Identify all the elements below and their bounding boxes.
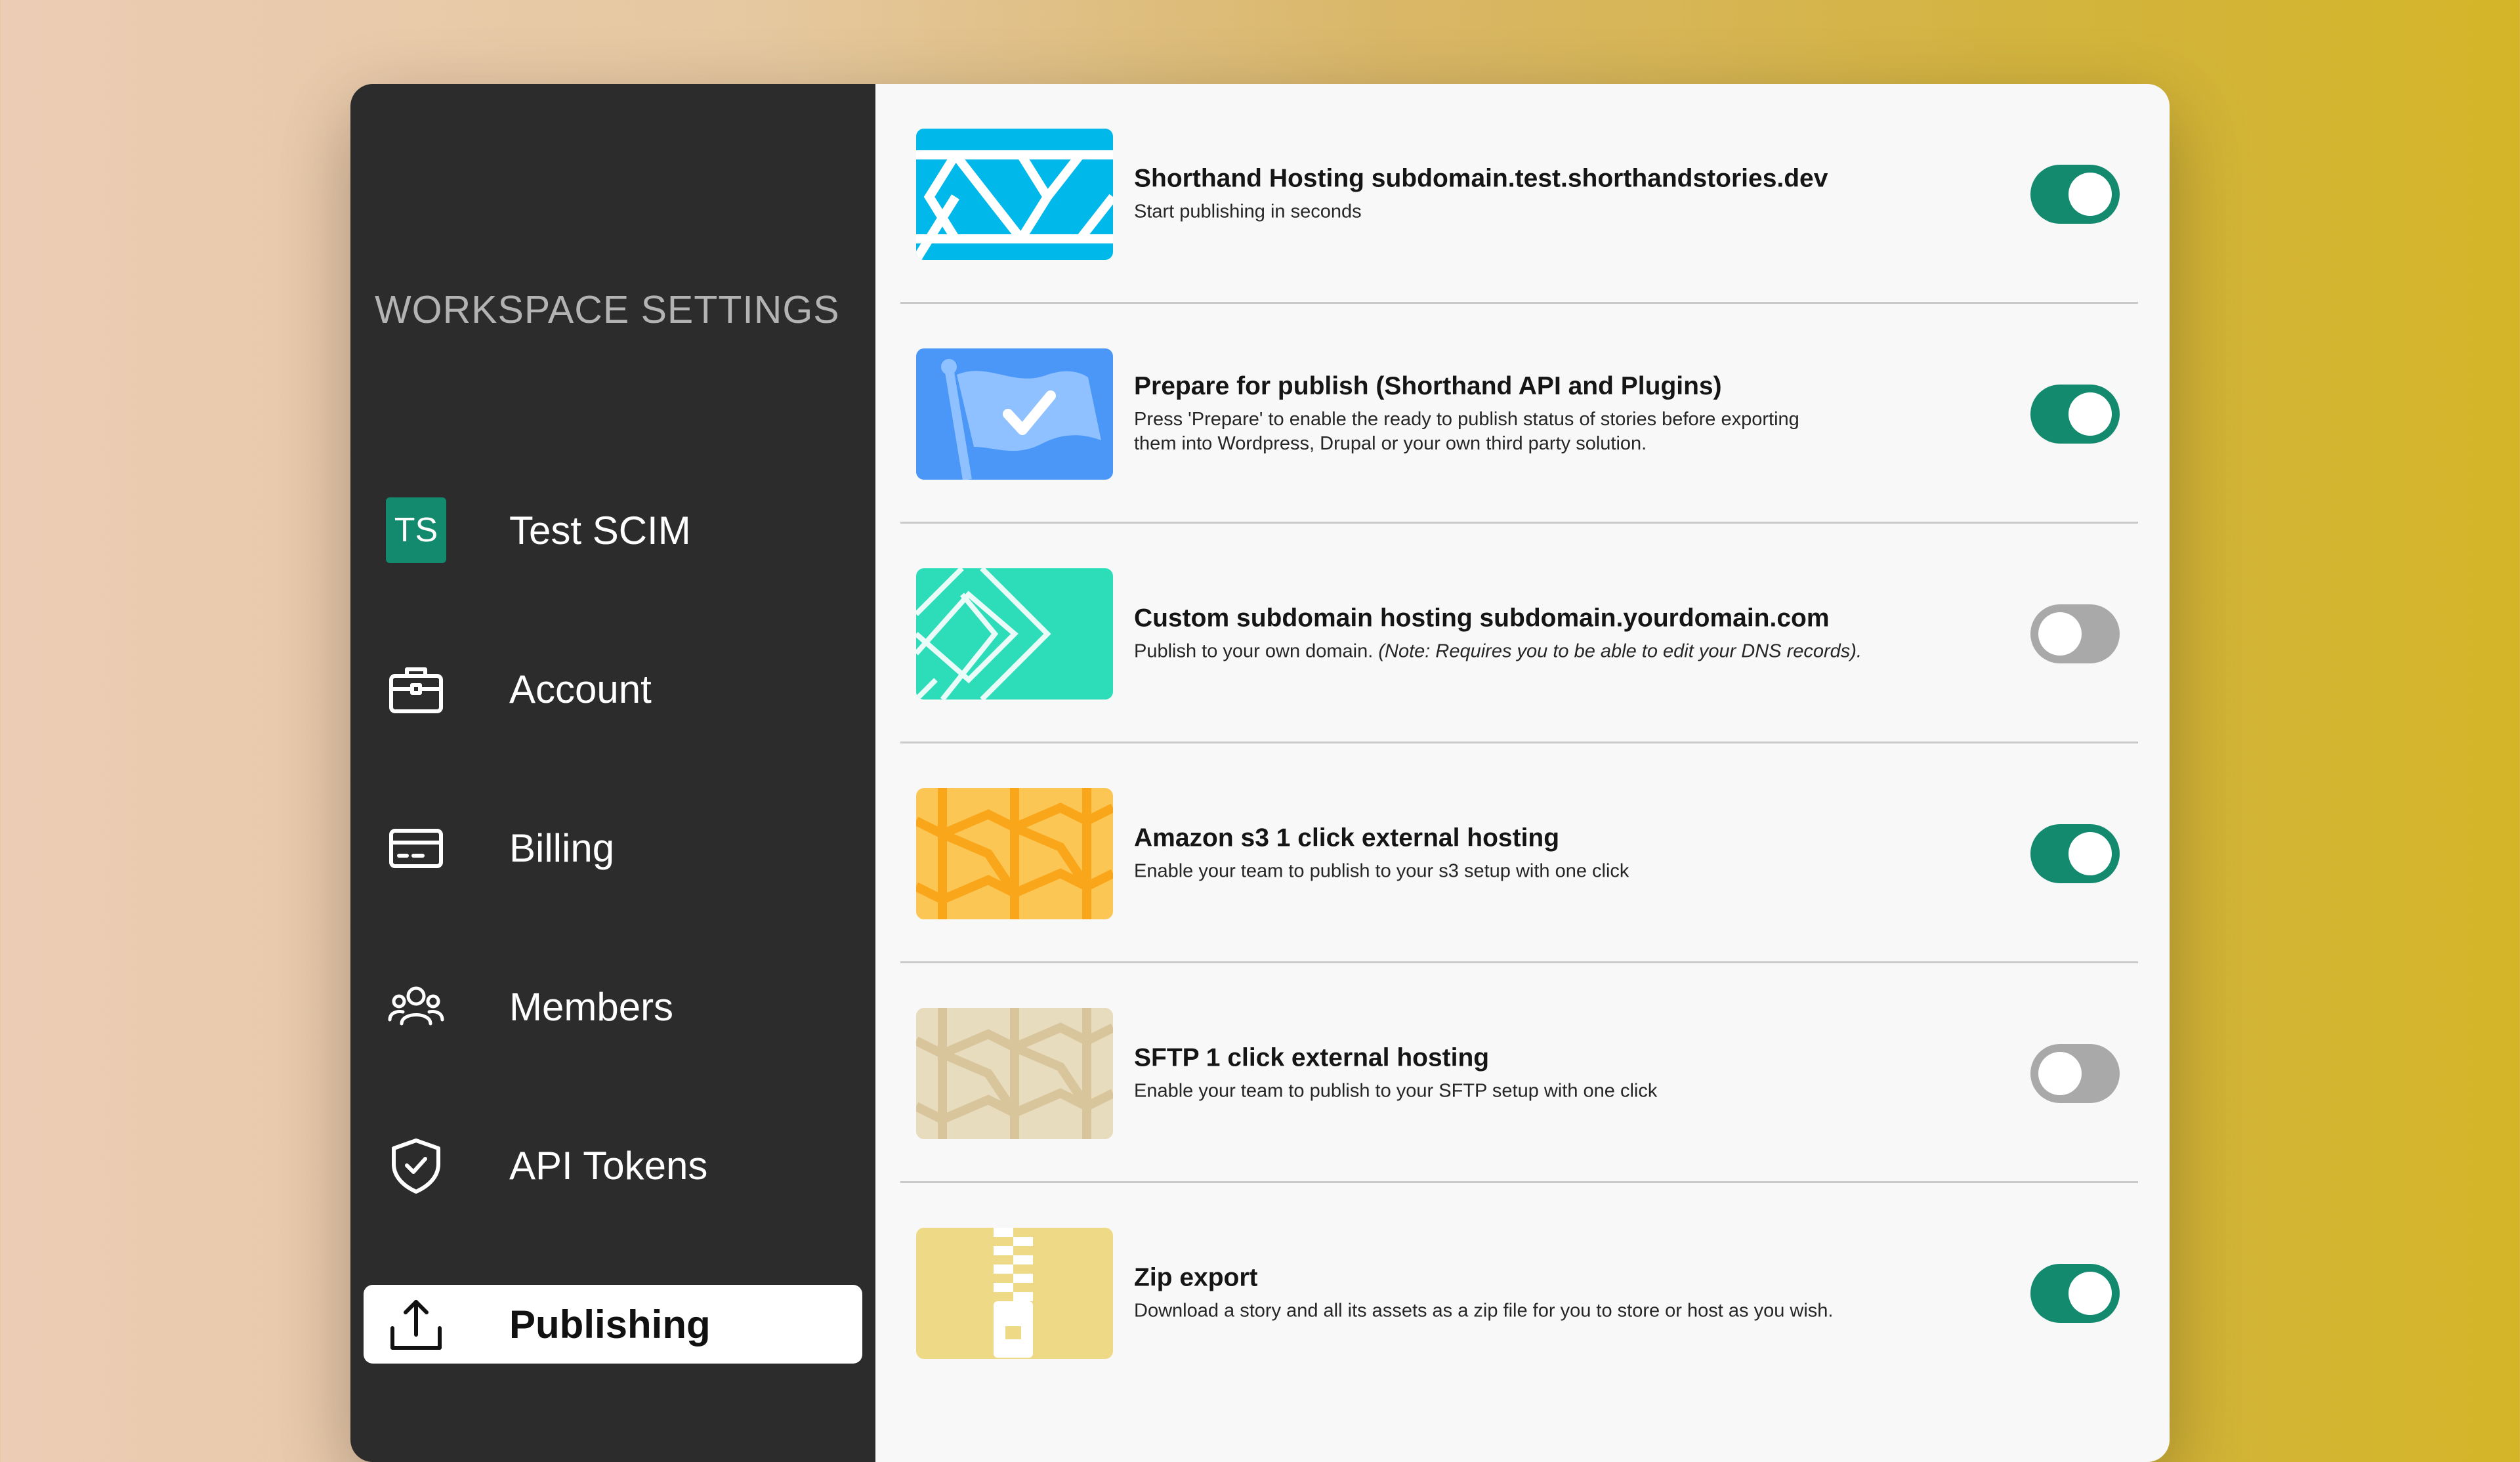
settings-window: WORKSPACE SETTINGS TS Test SCIM Account [350,84,2170,1462]
briefcase-icon [386,659,446,719]
publishing-option-row: Custom subdomain hosting subdomain.yourd… [900,524,2138,743]
custom-subdomain-toggle[interactable] [2030,604,2120,663]
option-description: Download a story and all its assets as a… [1134,1300,1834,1321]
toggle-knob [2038,612,2082,656]
custom-subdomain-thumbnail [916,568,1113,700]
amazon-s3-toggle[interactable] [2030,824,2120,883]
option-note: (Note: Requires you to be able to edit y… [1378,640,1862,661]
option-description: Start publishing in seconds [1134,201,1362,222]
shorthand-hosting-toggle[interactable] [2030,164,2120,224]
option-title: Amazon s3 1 click external hosting [1134,824,1560,852]
upload-icon [386,1294,446,1354]
toggle-knob [2038,1051,2082,1095]
sidebar-item-label: Members [509,984,674,1029]
option-description: Enable your team to publish to your s3 s… [1134,860,1629,881]
credit-card-icon [386,818,446,878]
sidebar-item-billing[interactable]: Billing [364,808,862,887]
option-description: Enable your team to publish to your SFTP… [1134,1080,1658,1101]
sidebar-item-api-tokens[interactable]: API Tokens [364,1126,862,1205]
publishing-option-row: Zip export Download a story and all its … [900,1183,2138,1403]
sidebar-item-label: Test SCIM [509,508,691,553]
publishing-options-panel: Shorthand Hosting subdomain.test.shortha… [875,84,2170,1462]
sidebar-item-publishing[interactable]: Publishing [364,1285,862,1364]
shorthand-hosting-thumbnail [916,128,1113,260]
publishing-option-row: Amazon s3 1 click external hosting Enabl… [900,743,2138,963]
zip-export-thumbnail [916,1227,1113,1359]
option-title: SFTP 1 click external hosting [1134,1043,1490,1072]
shield-check-icon [386,1135,446,1196]
option-title: Prepare for publish (Shorthand API and P… [1134,371,1722,400]
sftp-thumbnail [916,1007,1113,1139]
sidebar: WORKSPACE SETTINGS TS Test SCIM Account [350,84,875,1462]
sidebar-item-label: Account [509,667,652,711]
sidebar-item-label: Billing [509,825,615,870]
option-title: Zip export [1134,1263,1258,1291]
toggle-knob [2068,1271,2112,1315]
toggle-knob [2068,831,2112,875]
sidebar-item-label: API Tokens [509,1143,708,1188]
publishing-option-row: SFTP 1 click external hosting Enable you… [900,963,2138,1183]
option-description: Publish to your own domain. (Note: Requi… [1134,639,1961,663]
option-title: Custom subdomain hosting subdomain.yourd… [1134,604,1830,632]
sidebar-title: WORKSPACE SETTINGS [375,288,840,331]
sidebar-item-account[interactable]: Account [364,650,862,728]
option-description: Press 'Prepare' to enable the ready to p… [1134,408,1799,454]
sidebar-item-workspace[interactable]: TS Test SCIM [364,491,862,570]
sftp-toggle[interactable] [2030,1043,2120,1103]
sidebar-item-label: Publishing [509,1302,711,1347]
toggle-knob [2068,392,2112,436]
prepare-for-publish-toggle[interactable] [2030,384,2120,444]
sidebar-item-members[interactable]: Members [364,967,862,1046]
option-title: Shorthand Hosting subdomain.test.shortha… [1134,164,1828,192]
option-description-text: Publish to your own domain. [1134,640,1379,661]
amazon-s3-thumbnail [916,787,1113,919]
users-icon [386,976,446,1037]
workspace-badge-text: TS [386,497,446,563]
prepare-for-publish-thumbnail [916,348,1113,480]
publishing-option-row: Prepare for publish (Shorthand API and P… [900,304,2138,524]
zip-export-toggle[interactable] [2030,1263,2120,1323]
publishing-option-row: Shorthand Hosting subdomain.test.shortha… [900,84,2138,304]
workspace-badge: TS [386,497,446,563]
toggle-knob [2068,172,2112,216]
